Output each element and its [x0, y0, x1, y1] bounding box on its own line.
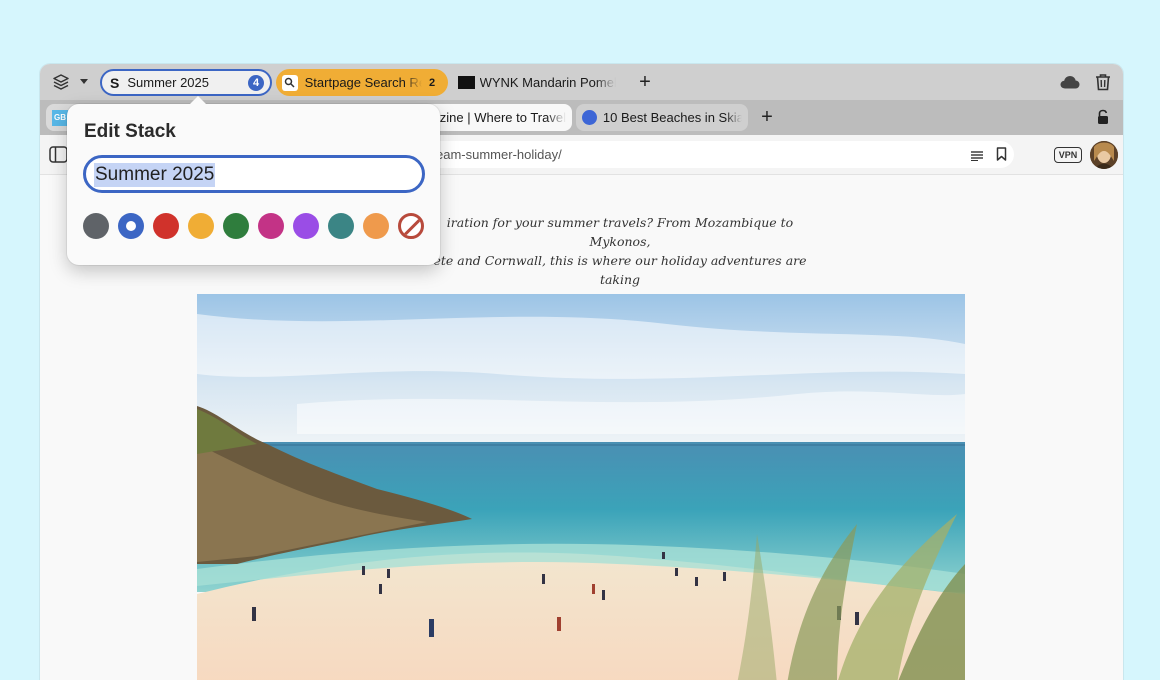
beach-photo — [197, 294, 965, 680]
no-color-icon[interactable] — [398, 213, 424, 239]
stack-tab-label: Summer 2025 — [127, 75, 209, 90]
reader-icon — [971, 151, 983, 162]
bookmark-icon — [996, 147, 1007, 161]
new-tab-button[interactable]: + — [756, 106, 778, 128]
sidebar-toggle-button[interactable] — [49, 146, 69, 164]
tab-favicon — [582, 110, 597, 125]
stack-tab-label: Startpage Search Results — [304, 75, 422, 90]
lock-button[interactable] — [1096, 109, 1112, 125]
color-swatch-teal[interactable] — [328, 213, 354, 239]
stack-letter: S — [110, 74, 120, 91]
trash-icon — [1096, 74, 1110, 91]
color-swatch-gray[interactable] — [83, 213, 109, 239]
address-bar[interactable]: eam-summer-holiday/ — [418, 141, 1014, 168]
intro-line: iration for your summer travels? From Mo… — [446, 215, 794, 249]
edit-stack-popover: Edit Stack Summer 2025 — [67, 96, 440, 265]
sidebar-icon — [49, 146, 68, 163]
stack-count-badge: 2 — [428, 76, 436, 89]
tab-favicon: GB — [52, 109, 68, 126]
stack-name-input[interactable]: Summer 2025 — [83, 155, 425, 193]
color-swatch-orange[interactable] — [363, 213, 389, 239]
tab-label: WYNK Mandarin Pomelo Tonic — [479, 75, 616, 90]
stack-bar: S Summer 2025 4 Startpage Search Results… — [40, 64, 1123, 100]
tab-beaches[interactable]: 10 Best Beaches in Skiathos — [576, 104, 748, 131]
stack-name-value: Summer 2025 — [94, 163, 216, 187]
lock-icon — [1098, 109, 1108, 124]
avatar-portrait-icon — [1090, 141, 1118, 169]
popover-title: Edit Stack — [84, 121, 176, 142]
color-swatch-purple[interactable] — [293, 213, 319, 239]
avatar[interactable] — [1090, 141, 1118, 169]
stack-count-badge: 4 — [248, 74, 264, 91]
new-tab-button[interactable]: + — [634, 71, 656, 93]
vpn-label: VPN — [1058, 150, 1078, 160]
beach-image — [197, 294, 965, 680]
bookmark-button[interactable] — [996, 147, 1008, 163]
stacks-dropdown-button[interactable] — [77, 74, 91, 90]
popover-arrow — [189, 96, 207, 105]
reader-view-button[interactable] — [971, 149, 985, 162]
color-swatch-magenta[interactable] — [258, 213, 284, 239]
plus-icon: + — [639, 70, 651, 93]
color-swatch-green[interactable] — [223, 213, 249, 239]
sync-button[interactable] — [1059, 71, 1081, 93]
vpn-button[interactable]: VPN — [1054, 147, 1082, 163]
color-swatch-blue[interactable] — [118, 213, 144, 239]
chevron-down-icon — [80, 79, 88, 84]
stacks-menu-button[interactable] — [50, 71, 72, 93]
wynk-favicon-icon — [458, 76, 475, 89]
plus-icon: + — [761, 105, 773, 128]
trash-button[interactable] — [1092, 71, 1114, 93]
cloud-icon — [1060, 75, 1080, 89]
stack-icon — [53, 74, 69, 90]
stack-tab-startpage[interactable]: Startpage Search Results 2 — [276, 69, 448, 96]
tab-label: 10 Best Beaches in Skiathos — [602, 110, 742, 125]
url-text: eam-summer-holiday/ — [436, 147, 562, 162]
color-swatch-red[interactable] — [153, 213, 179, 239]
stack-tab-summer[interactable]: S Summer 2025 4 — [100, 69, 272, 96]
color-swatch-yellow[interactable] — [188, 213, 214, 239]
search-icon — [282, 74, 298, 91]
color-swatches — [83, 213, 424, 239]
tab-wynk[interactable]: WYNK Mandarin Pomelo Tonic — [452, 69, 622, 96]
intro-line: ete and Cornwall, this is where our holi… — [433, 253, 807, 287]
